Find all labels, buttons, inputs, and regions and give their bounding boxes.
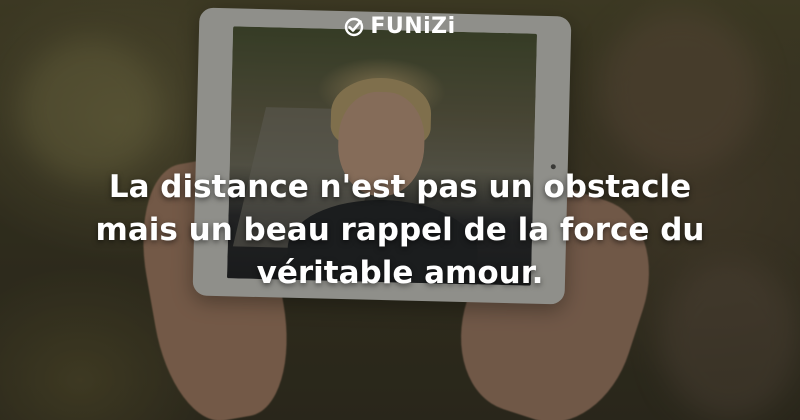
quote-line: mais un beau rappel de la force du (95, 212, 705, 248)
photo-background: FUNiZi La distance n'est pas un obstacle… (0, 0, 800, 420)
brand-name: FUNiZi (370, 14, 456, 39)
quote-line: véritable amour. (256, 255, 544, 291)
quote-text: La distance n'est pas un obstacle mais u… (60, 166, 740, 295)
brand-logo: FUNiZi (0, 14, 800, 39)
quote-line: La distance n'est pas un obstacle (108, 169, 692, 205)
check-circle-icon (344, 17, 364, 37)
